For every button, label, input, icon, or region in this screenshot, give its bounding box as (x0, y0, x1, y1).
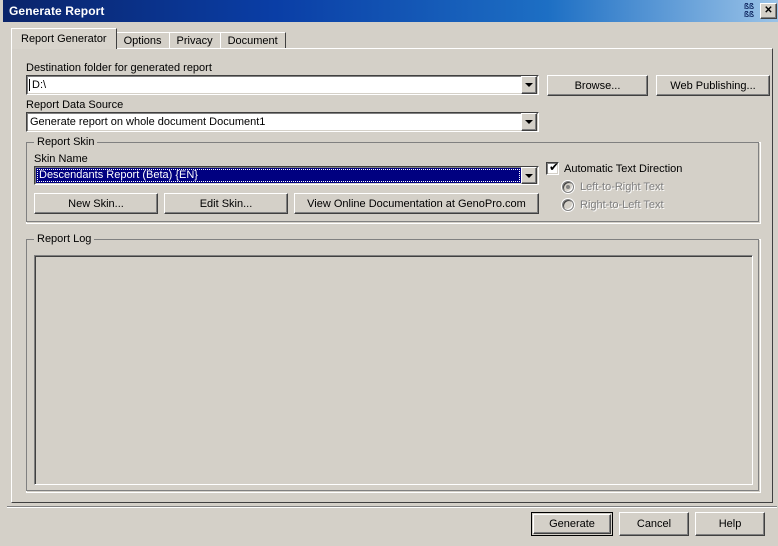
browse-button[interactable]: Browse... (547, 75, 648, 96)
automatic-text-direction-label: Automatic Text Direction (564, 162, 683, 175)
browse-button-label: Browse... (574, 79, 621, 92)
edit-skin-button[interactable]: Edit Skin... (164, 193, 288, 214)
radio-unselected-icon[interactable] (562, 199, 574, 211)
left-to-right-radio[interactable]: Left-to-Right Text (562, 181, 664, 193)
report-data-source-label: Report Data Source (26, 99, 124, 111)
tab-privacy[interactable]: Privacy (168, 32, 221, 49)
view-online-documentation-button[interactable]: View Online Documentation at GenoPro.com (294, 193, 539, 214)
checkbox-icon[interactable]: ✔ (546, 160, 560, 175)
cancel-button[interactable]: Cancel (619, 512, 689, 536)
tab-document[interactable]: Document (219, 32, 286, 49)
tab-report-generator[interactable]: Report Generator (11, 28, 117, 49)
report-skin-caption: Report Skin (34, 136, 98, 148)
right-to-left-label: Right-to-Left Text (580, 199, 664, 211)
check-icon: ✔ (549, 160, 560, 174)
footer-separator (7, 506, 777, 508)
automatic-text-direction-checkbox[interactable]: ✔ Automatic Text Direction (546, 160, 683, 175)
tab-options[interactable]: Options (115, 32, 170, 49)
tab-strip: Report Generator Options Privacy Documen… (11, 28, 771, 49)
help-button-label: Help (718, 518, 742, 530)
radio-dot-icon (566, 185, 570, 189)
chevron-down-icon[interactable] (521, 76, 537, 94)
cancel-button-label: Cancel (636, 518, 672, 530)
right-to-left-radio[interactable]: Right-to-Left Text (562, 199, 664, 211)
help-button[interactable]: Help (695, 512, 765, 536)
report-data-source-combo[interactable]: Generate report on whole document Docume… (26, 112, 539, 132)
skin-name-label: Skin Name (34, 153, 88, 165)
app-glyph-icon: ßß ßß (743, 2, 755, 19)
tab-page-report-generator: Destination folder for generated report … (11, 48, 773, 503)
title-bar[interactable]: Generate Report ßß ßß ✕ (3, 0, 778, 22)
close-icon[interactable]: ✕ (760, 3, 777, 19)
left-to-right-label: Left-to-Right Text (580, 181, 664, 193)
report-log-output[interactable] (34, 255, 753, 485)
skin-name-selected-value: Descendants Report (Beta) {EN} (36, 168, 521, 183)
destination-folder-combo[interactable]: D:\ (26, 75, 539, 95)
web-publishing-button-label: Web Publishing... (670, 79, 756, 92)
generate-button-label: Generate (549, 518, 595, 530)
radio-selected-icon[interactable] (562, 181, 574, 193)
generate-button[interactable]: Generate (531, 512, 613, 536)
destination-folder-label: Destination folder for generated report (26, 62, 212, 74)
report-data-source-value: Generate report on whole document Docume… (30, 116, 266, 128)
new-skin-button[interactable]: New Skin... (34, 193, 158, 214)
report-log-caption: Report Log (34, 233, 95, 245)
window-controls: ßß ßß ✕ (741, 3, 777, 19)
view-online-documentation-label: View Online Documentation at GenoPro.com (307, 197, 526, 210)
new-skin-button-label: New Skin... (68, 197, 124, 210)
chevron-down-icon[interactable] (521, 113, 537, 131)
destination-folder-input[interactable]: D:\ (29, 79, 521, 91)
generate-button-face: Generate (533, 514, 611, 534)
chevron-down-icon[interactable] (521, 167, 537, 184)
generate-report-dialog: Generate Report ßß ßß ✕ Report Generator… (0, 0, 778, 546)
web-publishing-button[interactable]: Web Publishing... (656, 75, 770, 96)
skin-name-combo[interactable]: Descendants Report (Beta) {EN} (34, 166, 539, 185)
edit-skin-button-label: Edit Skin... (199, 197, 253, 210)
window-title: Generate Report (9, 4, 105, 18)
